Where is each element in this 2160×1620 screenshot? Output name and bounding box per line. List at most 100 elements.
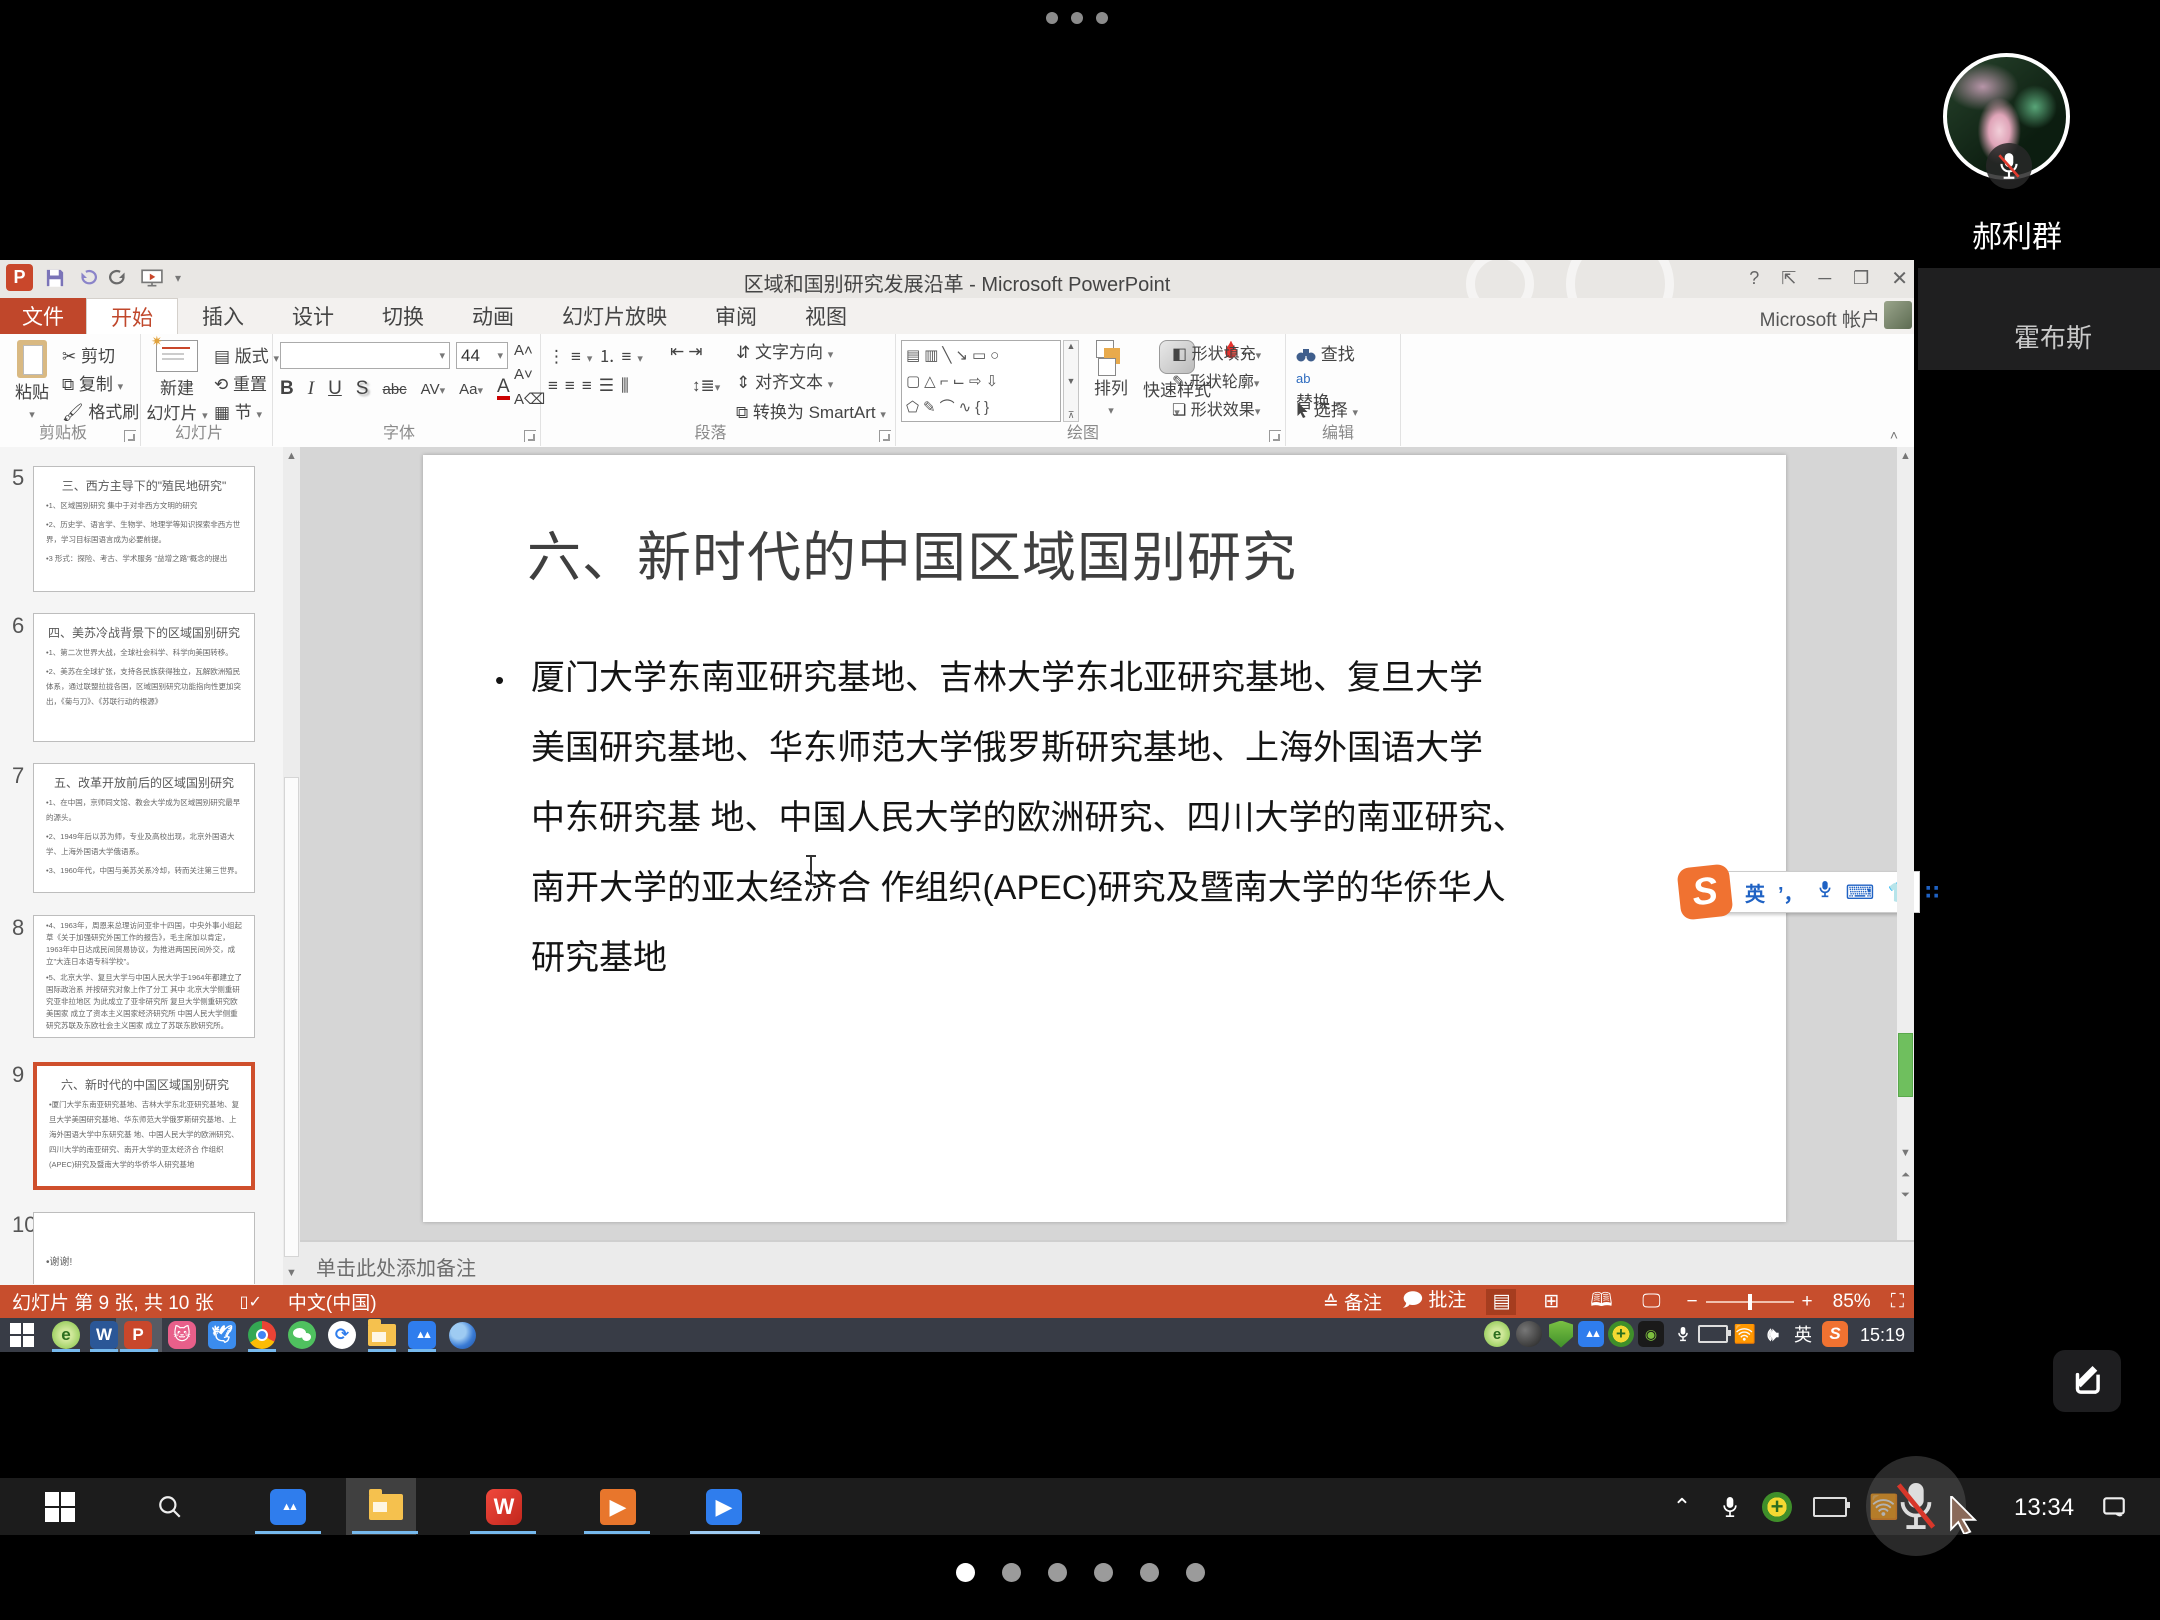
new-slide-button[interactable]: ✷ 新建 幻灯片 ▾ bbox=[146, 340, 208, 424]
tray-mic-icon[interactable] bbox=[1670, 1321, 1696, 1347]
host-start-button[interactable] bbox=[42, 1489, 78, 1525]
tab-review[interactable]: 审阅 bbox=[691, 298, 781, 334]
360-browser-icon[interactable]: e bbox=[52, 1321, 80, 1349]
meeting-app-icon[interactable] bbox=[408, 1321, 436, 1349]
font-size-combo[interactable]: 44▾ bbox=[456, 342, 508, 369]
blue-bird-app-icon[interactable]: 🕊 bbox=[208, 1321, 236, 1349]
close-button[interactable]: ✕ bbox=[1891, 266, 1908, 291]
slide-title[interactable]: 六、新时代的中国区域国别研究 bbox=[527, 513, 1297, 592]
drawing-dialog-launcher[interactable] bbox=[1269, 430, 1281, 442]
account-photo[interactable] bbox=[1884, 301, 1912, 329]
zoom-in-button[interactable]: + bbox=[1802, 1291, 1813, 1313]
annotation-tool-button[interactable] bbox=[2053, 1350, 2121, 1412]
layout-button[interactable]: ▤ 版式 ▾ bbox=[214, 342, 279, 367]
slide-body[interactable]: •厦门大学东南亚研究基地、吉林大学东北亚研究基地、复旦大学 美国研究基地、华东师… bbox=[495, 643, 1675, 993]
tray-lang-indicator[interactable]: 英 bbox=[1790, 1321, 1816, 1347]
clipboard-dialog-launcher[interactable] bbox=[124, 430, 136, 442]
host-battery-icon[interactable] bbox=[1812, 1489, 1848, 1525]
slide-thumbnail-7[interactable]: 五、改革开放前后的区域国别研究 •1、在中国，京师同文馆、教会大学成为区域国别研… bbox=[33, 763, 255, 893]
ime-keyboard-icon[interactable]: ⌨ bbox=[1846, 880, 1875, 905]
tray-360-plus-icon[interactable]: + bbox=[1608, 1321, 1634, 1347]
tray-sogou-icon[interactable]: S bbox=[1822, 1321, 1848, 1347]
zoom-level[interactable]: 85% bbox=[1833, 1291, 1871, 1313]
wps-icon[interactable]: W bbox=[486, 1489, 522, 1525]
host-file-explorer-icon[interactable] bbox=[368, 1489, 404, 1525]
strikethrough-button[interactable]: abc bbox=[382, 381, 406, 398]
google-earth-icon[interactable] bbox=[448, 1321, 476, 1349]
shadow-button[interactable]: S bbox=[356, 378, 369, 400]
tray-speaker-icon[interactable]: 🕪 bbox=[1760, 1321, 1786, 1347]
powerpoint-taskbar-icon[interactable]: P bbox=[124, 1321, 152, 1349]
ime-mic-icon[interactable] bbox=[1817, 879, 1833, 905]
tray-wifi-icon[interactable]: 🛜 bbox=[1732, 1321, 1758, 1347]
tray-shield-icon[interactable] bbox=[1548, 1321, 1574, 1347]
tab-design[interactable]: 设计 bbox=[268, 298, 358, 334]
tab-file[interactable]: 文件 bbox=[0, 298, 86, 334]
notes-pane[interactable]: 单击此处添加备注 bbox=[300, 1240, 1914, 1285]
participant-tile-1[interactable]: 郝利群 bbox=[1914, 0, 2160, 268]
tab-transitions[interactable]: 切换 bbox=[358, 298, 448, 334]
carousel-pagination-dots[interactable] bbox=[0, 1563, 2160, 1582]
file-explorer-icon[interactable] bbox=[368, 1321, 396, 1349]
meeting-more-menu[interactable] bbox=[1046, 12, 1108, 24]
bold-button[interactable]: B bbox=[280, 378, 294, 400]
normal-view-button[interactable]: ▤ bbox=[1486, 1289, 1516, 1315]
thumbnail-scrollbar-thumb[interactable] bbox=[284, 777, 299, 1257]
tray-meeting-icon[interactable] bbox=[1578, 1321, 1604, 1347]
editor-scrollbar[interactable]: ▲ ▼ ⏶ ⏷ bbox=[1897, 447, 1914, 1240]
font-dialog-launcher[interactable] bbox=[524, 430, 536, 442]
line-spacing-button[interactable]: ↕≣▾ bbox=[692, 376, 720, 396]
tray-360-icon[interactable]: e bbox=[1484, 1321, 1510, 1347]
comments-toggle[interactable]: 🗩 批注 bbox=[1402, 1285, 1466, 1318]
word-icon[interactable]: W bbox=[90, 1321, 118, 1349]
zoom-slider[interactable]: − + bbox=[1686, 1291, 1812, 1313]
font-name-combo[interactable]: ▾ bbox=[280, 342, 450, 369]
editor-scrollbar-thumb[interactable] bbox=[1898, 1033, 1913, 1097]
slideshow-view-button[interactable]: 🖵 bbox=[1636, 1289, 1666, 1315]
shape-outline-button[interactable]: ✎ 形状轮廓▾ bbox=[1172, 368, 1259, 392]
bullets-button[interactable]: ⋮≡▾⒈≡▾ bbox=[548, 342, 649, 367]
shape-effects-button[interactable]: ❏ 形状效果▾ bbox=[1172, 396, 1260, 420]
restore-button[interactable]: ❐ bbox=[1853, 268, 1869, 289]
previous-slide-button[interactable]: ⏶ bbox=[1897, 1169, 1914, 1182]
slide-thumbnail-9-selected[interactable]: 六、新时代的中国区域国别研究 •厦门大学东南亚研究基地、吉林大学东北亚研究基地、… bbox=[33, 1062, 255, 1190]
page-dot-active[interactable] bbox=[956, 1563, 975, 1582]
slide-thumbnail-5[interactable]: 三、西方主导下的"殖民地研究" •1、区域国别研究 集中于对非西方文明的研究 •… bbox=[33, 466, 255, 592]
shapes-gallery-scroll[interactable]: ▲▼⊼ bbox=[1063, 340, 1079, 422]
reset-button[interactable]: ⟲ 重置 bbox=[214, 370, 267, 395]
ime-language-mode[interactable]: 英 bbox=[1745, 878, 1765, 907]
tab-animations[interactable]: 动画 bbox=[448, 298, 538, 334]
reading-view-button[interactable]: 🕮 bbox=[1586, 1289, 1616, 1315]
chrome-icon[interactable] bbox=[248, 1321, 276, 1349]
host-360-plus-icon[interactable]: + bbox=[1762, 1492, 1792, 1522]
slide-thumbnail-10[interactable]: •谢谢! bbox=[33, 1212, 255, 1284]
paste-button[interactable]: 粘贴▾ bbox=[8, 340, 56, 423]
select-button[interactable]: 选择 ▾ bbox=[1296, 396, 1358, 421]
host-mic-icon[interactable] bbox=[1712, 1489, 1748, 1525]
font-color-button[interactable]: A bbox=[497, 378, 510, 399]
spellcheck-icon[interactable]: ▯✓ bbox=[240, 1292, 262, 1312]
cut-button[interactable]: ✂ 剪切 bbox=[62, 342, 115, 367]
ribbon-display-button[interactable]: ⇱ bbox=[1781, 268, 1796, 289]
shape-fill-button[interactable]: ◧ 形状填充▾ bbox=[1172, 340, 1261, 364]
ime-toolbox-icon[interactable]: ∷ bbox=[1925, 880, 1939, 905]
collapse-ribbon-button[interactable]: ˄ bbox=[1890, 427, 1898, 443]
align-buttons[interactable]: ≡≡≡☰⫼ bbox=[548, 376, 636, 396]
sogou-logo-icon[interactable]: S bbox=[1676, 863, 1733, 920]
wechat-icon[interactable] bbox=[288, 1321, 316, 1349]
slide-sorter-view-button[interactable]: ⊞ bbox=[1536, 1289, 1566, 1315]
slide-thumbnail-8[interactable]: •4、1963年，周恩来总理访问亚非十四国，中央外事小组起草《关于加强研究外国工… bbox=[33, 915, 255, 1038]
arrange-button[interactable]: 排列▾ bbox=[1085, 340, 1137, 419]
italic-button[interactable]: I bbox=[308, 378, 314, 400]
paragraph-dialog-launcher[interactable] bbox=[879, 430, 891, 442]
underline-button[interactable]: U bbox=[328, 378, 342, 400]
host-notification-icon[interactable] bbox=[2096, 1489, 2132, 1525]
tab-home[interactable]: 开始 bbox=[86, 298, 178, 334]
zoom-out-button[interactable]: − bbox=[1686, 1291, 1697, 1313]
participant-tile-2[interactable]: 霍布斯 bbox=[1918, 268, 2160, 370]
host-meeting-icon[interactable] bbox=[270, 1489, 306, 1525]
notes-toggle[interactable]: ≙ 备注 bbox=[1323, 1288, 1382, 1315]
char-spacing-button[interactable]: AV▾ bbox=[421, 381, 445, 398]
fit-to-window-button[interactable]: ⛶ bbox=[1891, 1291, 1904, 1313]
microsoft-account[interactable]: Microsoft 帐户 bbox=[1760, 305, 1880, 332]
